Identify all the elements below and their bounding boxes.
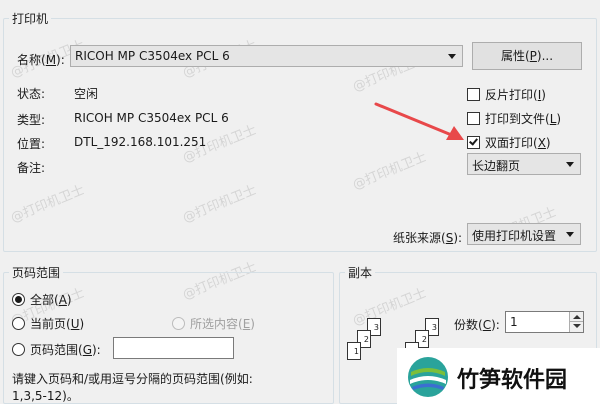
reverse-print-checkbox[interactable]: 反片打印(I) [467, 86, 546, 103]
status-value: 空闲 [74, 87, 99, 101]
page-range-hint-line2: 1,3,5-12)。 [12, 389, 79, 403]
page-range-group-title: 页码范围 [9, 264, 64, 281]
bamboo-logo-icon [408, 357, 448, 397]
duplex-mode-value: 长边翻页 [472, 159, 521, 173]
radio-all[interactable]: 全部(A) [12, 291, 72, 308]
radio-circle-selected [12, 293, 25, 306]
paper-source-label: 纸张来源(S): [393, 231, 463, 245]
brand-logo: 竹笋软件园 [397, 348, 600, 404]
radio-circle [12, 343, 25, 356]
radio-current-page[interactable]: 当前页(U) [12, 315, 84, 332]
radio-page-range[interactable]: 页码范围(G): [12, 341, 101, 358]
copies-group-title: 副本 [345, 264, 376, 281]
spinner-down-icon[interactable] [570, 322, 583, 331]
printer-name-select[interactable]: RICOH MP C3504ex PCL 6 [70, 45, 463, 67]
location-label: 位置: [17, 137, 46, 151]
paper-source-select[interactable]: 使用打印机设置 [467, 223, 581, 245]
printer-name-label: 名称(M): [17, 53, 65, 67]
collate-stack-icon: 3 2 1 [345, 318, 395, 372]
radio-circle [12, 317, 25, 330]
printer-group-title: 打印机 [9, 10, 52, 27]
status-label: 状态: [17, 87, 46, 101]
paper-source-value: 使用打印机设置 [472, 229, 557, 243]
printer-name-value: RICOH MP C3504ex PCL 6 [75, 49, 230, 63]
print-to-file-checkbox[interactable]: 打印到文件(L) [467, 110, 561, 127]
chevron-down-icon [566, 162, 574, 167]
chevron-down-icon [566, 232, 574, 237]
type-value: RICOH MP C3504ex PCL 6 [74, 111, 229, 125]
comment-label: 备注: [17, 161, 46, 175]
location-value: DTL_192.168.101.251 [74, 135, 207, 149]
radio-circle-disabled [172, 317, 185, 330]
page-range-input[interactable] [113, 337, 234, 359]
check-icon [469, 136, 478, 146]
copies-count-value: 1 [510, 315, 518, 329]
chevron-down-icon [448, 54, 456, 59]
radio-selection[interactable]: 所选内容(E) [172, 315, 255, 332]
type-label: 类型: [17, 113, 46, 127]
properties-button[interactable]: 属性(P)... [472, 42, 582, 70]
spinner-up-icon[interactable] [570, 312, 583, 322]
copies-count-input[interactable]: 1 [505, 311, 584, 333]
page-range-hint-line1: 请键入页码和/或用逗号分隔的页码范围(例如: [12, 372, 253, 386]
copies-count-label: 份数(C): [454, 318, 500, 332]
duplex-checkbox[interactable]: 双面打印(X) [467, 134, 551, 151]
duplex-mode-select[interactable]: 长边翻页 [467, 153, 581, 175]
copies-spinner[interactable] [569, 312, 583, 332]
brand-logo-text: 竹笋软件园 [457, 368, 568, 393]
annotation-arrow-icon [374, 102, 464, 140]
